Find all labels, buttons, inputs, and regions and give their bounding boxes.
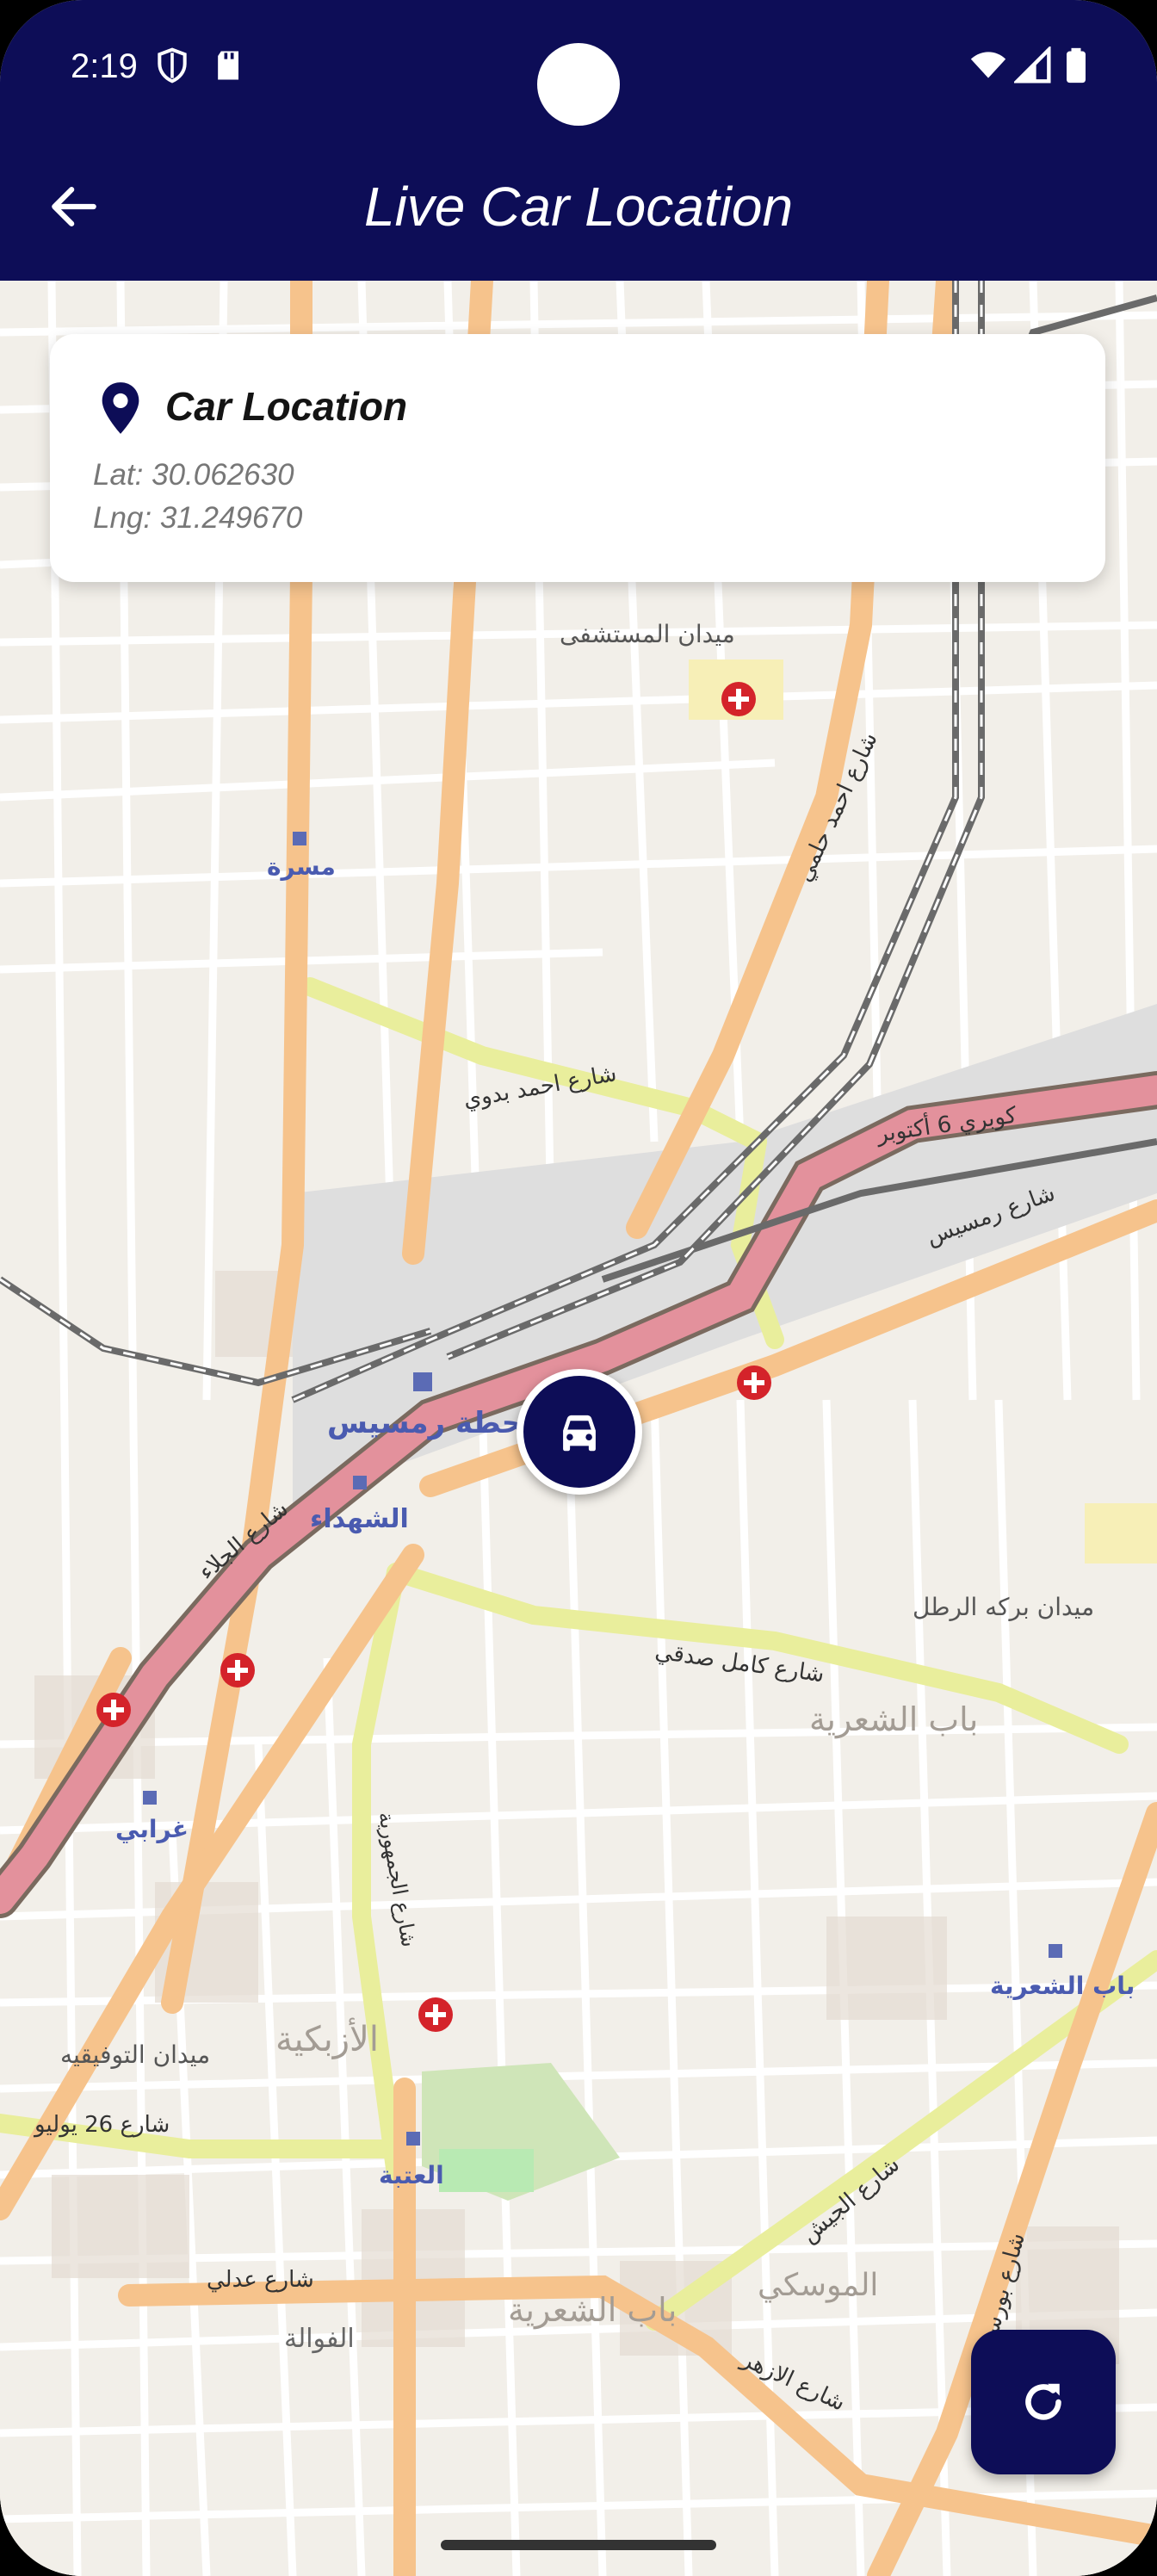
car-icon — [563, 1415, 596, 1452]
label-mosky: الموسكي — [758, 2268, 878, 2303]
label-ramses-station: محطة رمسيس — [327, 1406, 541, 1440]
label-masarra: مسرة — [267, 852, 336, 881]
signal-icon — [1014, 46, 1051, 84]
location-pin-icon — [102, 382, 139, 434]
camera-cutout — [537, 43, 620, 126]
sd-card-icon — [218, 51, 238, 80]
location-card: Car Location Lat: 30.062630 Lng: 31.2496… — [50, 334, 1105, 582]
label-bab-shaaria: باب الشعرية — [809, 1700, 978, 1739]
label-azbakeya: الأزبكية — [275, 2017, 379, 2059]
top-app-bar: 2:19 Live Car Location — [0, 0, 1157, 281]
garden-area — [439, 2149, 534, 2192]
refresh-icon — [1025, 2383, 1061, 2420]
hospital-icon — [418, 1997, 453, 2032]
hospital-icon — [737, 1365, 771, 1400]
hospital-area — [1085, 1503, 1157, 1564]
label-raml: ميدان بركه الرطل — [913, 1593, 1094, 1621]
gesture-navigation-bar[interactable] — [441, 2540, 716, 2550]
card-title: Car Location — [165, 384, 408, 429]
label-bab-shaaria-station: باب الشعرية — [990, 1972, 1135, 2000]
label-ghamra: غرابي — [115, 1815, 189, 1843]
hospital-icon — [721, 682, 756, 716]
app-screen: 2:19 Live Car Location محطة رمسيس الشهدا… — [0, 0, 1157, 2576]
label-tawfikeya: ميدان التوفيقيه — [60, 2040, 210, 2069]
refresh-button[interactable] — [971, 2330, 1116, 2474]
label-26-july: شارع 26 يوليو — [33, 2112, 170, 2138]
label-adly: شارع عدلي — [207, 2267, 314, 2293]
shield-icon — [158, 47, 187, 84]
label-ataba: العتبة — [379, 2161, 444, 2189]
hospital-icon — [96, 1693, 131, 1727]
car-location-marker[interactable] — [517, 1369, 642, 1495]
page-title: Live Car Location — [363, 176, 794, 238]
longitude-text: Lng: 31.249670 — [93, 501, 303, 535]
label-fawala: الفوالة — [284, 2324, 355, 2354]
label-mostashfa: ميدان المستشفى — [560, 620, 735, 648]
battery-icon — [1067, 47, 1086, 84]
status-time: 2:19 — [71, 47, 138, 85]
label-shohada: الشهداء — [310, 1504, 409, 1534]
status-bar: 2:19 — [0, 0, 1157, 138]
latitude-text: Lat: 30.062630 — [93, 458, 294, 492]
label-bab-shaaria-2: باب الشعرية — [508, 2291, 677, 2330]
hospital-icon — [220, 1653, 255, 1687]
wifi-icon — [970, 52, 1006, 78]
